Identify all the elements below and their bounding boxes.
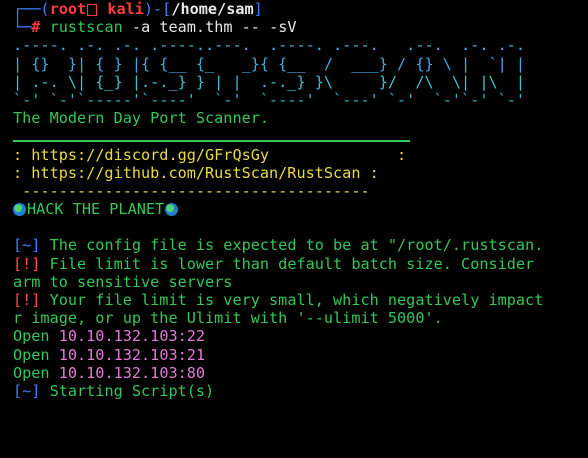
prompt-line: ┌──(root kali)-[/home/sam] xyxy=(13,0,588,18)
warning-tag: [!] xyxy=(13,291,41,309)
output-script-line: [~] Starting Script(s) xyxy=(13,382,588,400)
output-ulimit-line: [!] Your file limit is very small, which… xyxy=(13,291,588,309)
prompt-path: /home/sam xyxy=(171,0,254,18)
command-args: -a team.thm -- -sV xyxy=(131,18,297,37)
banner-line-2: | {} }| { } |{ {__ {_ _}{ {__ / ___} / {… xyxy=(13,54,526,73)
open-port-line: Open 10.10.132.103:80 xyxy=(13,364,588,382)
globe-icon xyxy=(13,203,26,217)
prompt-hash: # xyxy=(31,18,41,37)
info-tag: [~] xyxy=(13,381,41,400)
prompt-corner-bottom: └─ xyxy=(13,18,32,37)
open-port-address: 10.10.132.103:21 xyxy=(58,345,206,364)
prompt-end: ] xyxy=(253,0,263,18)
prompt-corner-top: ┌──( xyxy=(13,0,50,18)
skull-icon xyxy=(87,4,98,16)
open-port-line: Open 10.10.132.103:22 xyxy=(13,327,588,345)
output-ulimit-text: Your file limit is very small, which neg… xyxy=(40,291,544,309)
output-script-text: Starting Script(s) xyxy=(40,381,215,400)
open-label: Open xyxy=(13,345,50,364)
output-limit-line: [!] File limit is lower than default bat… xyxy=(13,255,588,273)
output-config-line: [~] The config file is expected to be at… xyxy=(13,236,588,254)
terminal-window[interactable]: ┌──(root kali)-[/home/sam] └─# rustscan … xyxy=(0,0,588,458)
hack-text: HACK THE PLANET xyxy=(27,200,165,219)
open-label: Open xyxy=(13,327,50,346)
output-ulimit-wrap: r image, or up the Ulimit with '--ulimit… xyxy=(13,309,443,328)
banner-line-1: .----. .-. .-. .----..---. .----. .---. … xyxy=(13,36,526,55)
output-config-text: The config file is expected to be at "/r… xyxy=(40,236,544,255)
links-divider: -------------------------------------- xyxy=(13,181,370,200)
command-line[interactable]: └─# rustscan -a team.thm -- -sV xyxy=(13,18,588,36)
discord-link[interactable]: : https://discord.gg/GFrQsGy : xyxy=(13,146,588,164)
banner-tagline: The Modern Day Port Scanner. xyxy=(13,109,270,128)
info-tag: [~] xyxy=(13,236,41,255)
banner-divider xyxy=(13,127,588,145)
open-port-address: 10.10.132.103:22 xyxy=(58,327,206,346)
command-name: rustscan xyxy=(49,18,123,37)
open-label: Open xyxy=(13,363,50,382)
warning-tag: [!] xyxy=(13,254,41,273)
output-limit-text: File limit is lower than default batch s… xyxy=(40,254,535,273)
output-limit-wrap: arm to sensitive servers xyxy=(13,272,233,291)
globe-icon xyxy=(165,203,179,217)
open-port-line: Open 10.10.132.103:21 xyxy=(13,346,588,364)
prompt-user: root xyxy=(49,0,87,18)
prompt-host: kali xyxy=(107,0,144,18)
banner-line-4: `-' `-'`-----'`----' `-' `----' `---' `-… xyxy=(13,90,526,109)
prompt-mid: )-[ xyxy=(143,0,172,18)
github-link[interactable]: : https://github.com/RustScan/RustScan : xyxy=(13,164,588,182)
hack-the-planet: HACK THE PLANET xyxy=(13,200,588,218)
open-port-address: 10.10.132.103:80 xyxy=(58,363,206,382)
banner-line-3: | .-. \| {_} |.-._} } | | .-._} }\ }/ /\… xyxy=(13,72,526,91)
